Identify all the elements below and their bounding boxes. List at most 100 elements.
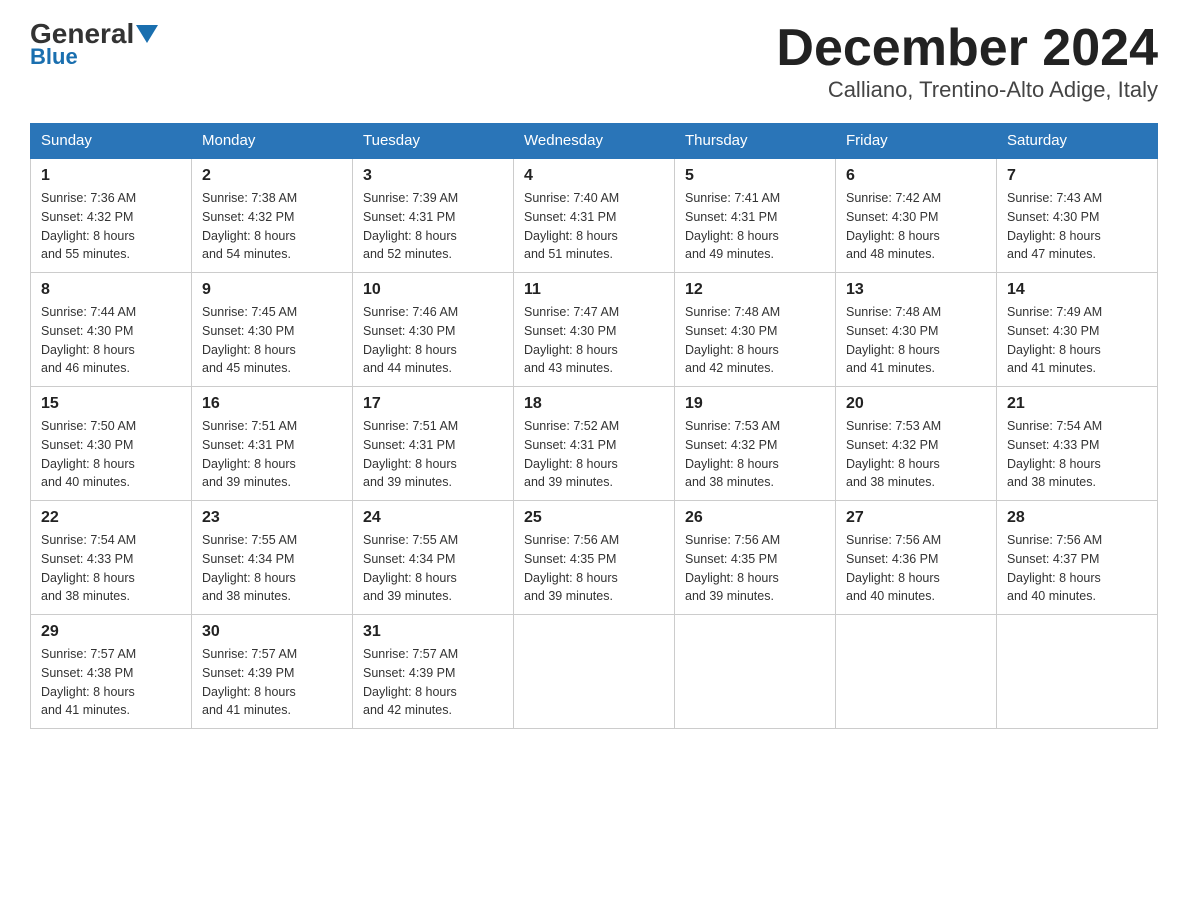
day-info: Sunrise: 7:57 AM Sunset: 4:39 PM Dayligh… <box>202 645 342 720</box>
calendar-week-3: 15 Sunrise: 7:50 AM Sunset: 4:30 PM Dayl… <box>31 387 1158 501</box>
calendar-cell: 31 Sunrise: 7:57 AM Sunset: 4:39 PM Dayl… <box>353 615 514 729</box>
day-number: 25 <box>524 509 664 527</box>
day-number: 24 <box>363 509 503 527</box>
day-info: Sunrise: 7:57 AM Sunset: 4:39 PM Dayligh… <box>363 645 503 720</box>
day-info: Sunrise: 7:54 AM Sunset: 4:33 PM Dayligh… <box>1007 417 1147 492</box>
calendar-cell <box>836 615 997 729</box>
day-number: 27 <box>846 509 986 527</box>
day-number: 11 <box>524 281 664 299</box>
calendar-cell: 10 Sunrise: 7:46 AM Sunset: 4:30 PM Dayl… <box>353 273 514 387</box>
calendar-cell: 17 Sunrise: 7:51 AM Sunset: 4:31 PM Dayl… <box>353 387 514 501</box>
day-number: 12 <box>685 281 825 299</box>
calendar-cell: 23 Sunrise: 7:55 AM Sunset: 4:34 PM Dayl… <box>192 501 353 615</box>
day-info: Sunrise: 7:56 AM Sunset: 4:36 PM Dayligh… <box>846 531 986 606</box>
calendar-cell: 30 Sunrise: 7:57 AM Sunset: 4:39 PM Dayl… <box>192 615 353 729</box>
day-info: Sunrise: 7:48 AM Sunset: 4:30 PM Dayligh… <box>685 303 825 378</box>
calendar-cell: 19 Sunrise: 7:53 AM Sunset: 4:32 PM Dayl… <box>675 387 836 501</box>
calendar-cell <box>997 615 1158 729</box>
day-info: Sunrise: 7:56 AM Sunset: 4:37 PM Dayligh… <box>1007 531 1147 606</box>
day-number: 19 <box>685 395 825 413</box>
day-info: Sunrise: 7:40 AM Sunset: 4:31 PM Dayligh… <box>524 189 664 264</box>
logo-arrow-icon <box>136 25 158 45</box>
calendar-cell: 21 Sunrise: 7:54 AM Sunset: 4:33 PM Dayl… <box>997 387 1158 501</box>
calendar-title: December 2024 <box>776 20 1158 77</box>
day-info: Sunrise: 7:52 AM Sunset: 4:31 PM Dayligh… <box>524 417 664 492</box>
logo: General Blue <box>30 20 158 70</box>
calendar-cell: 7 Sunrise: 7:43 AM Sunset: 4:30 PM Dayli… <box>997 158 1158 273</box>
calendar-cell: 8 Sunrise: 7:44 AM Sunset: 4:30 PM Dayli… <box>31 273 192 387</box>
day-number: 23 <box>202 509 342 527</box>
calendar-cell: 25 Sunrise: 7:56 AM Sunset: 4:35 PM Dayl… <box>514 501 675 615</box>
calendar-cell: 12 Sunrise: 7:48 AM Sunset: 4:30 PM Dayl… <box>675 273 836 387</box>
calendar-cell: 27 Sunrise: 7:56 AM Sunset: 4:36 PM Dayl… <box>836 501 997 615</box>
day-info: Sunrise: 7:47 AM Sunset: 4:30 PM Dayligh… <box>524 303 664 378</box>
day-number: 20 <box>846 395 986 413</box>
day-info: Sunrise: 7:54 AM Sunset: 4:33 PM Dayligh… <box>41 531 181 606</box>
day-number: 10 <box>363 281 503 299</box>
day-number: 29 <box>41 623 181 641</box>
day-info: Sunrise: 7:53 AM Sunset: 4:32 PM Dayligh… <box>685 417 825 492</box>
calendar-week-4: 22 Sunrise: 7:54 AM Sunset: 4:33 PM Dayl… <box>31 501 1158 615</box>
day-info: Sunrise: 7:50 AM Sunset: 4:30 PM Dayligh… <box>41 417 181 492</box>
title-block: December 2024 Calliano, Trentino-Alto Ad… <box>776 20 1158 103</box>
calendar-cell: 4 Sunrise: 7:40 AM Sunset: 4:31 PM Dayli… <box>514 158 675 273</box>
day-info: Sunrise: 7:56 AM Sunset: 4:35 PM Dayligh… <box>685 531 825 606</box>
day-info: Sunrise: 7:44 AM Sunset: 4:30 PM Dayligh… <box>41 303 181 378</box>
day-info: Sunrise: 7:48 AM Sunset: 4:30 PM Dayligh… <box>846 303 986 378</box>
calendar-cell: 26 Sunrise: 7:56 AM Sunset: 4:35 PM Dayl… <box>675 501 836 615</box>
day-info: Sunrise: 7:43 AM Sunset: 4:30 PM Dayligh… <box>1007 189 1147 264</box>
day-info: Sunrise: 7:36 AM Sunset: 4:32 PM Dayligh… <box>41 189 181 264</box>
day-info: Sunrise: 7:42 AM Sunset: 4:30 PM Dayligh… <box>846 189 986 264</box>
col-sunday: Sunday <box>31 124 192 159</box>
day-info: Sunrise: 7:45 AM Sunset: 4:30 PM Dayligh… <box>202 303 342 378</box>
day-info: Sunrise: 7:55 AM Sunset: 4:34 PM Dayligh… <box>363 531 503 606</box>
day-number: 8 <box>41 281 181 299</box>
calendar-week-1: 1 Sunrise: 7:36 AM Sunset: 4:32 PM Dayli… <box>31 158 1158 273</box>
calendar-subtitle: Calliano, Trentino-Alto Adige, Italy <box>776 77 1158 103</box>
day-number: 16 <box>202 395 342 413</box>
day-number: 4 <box>524 167 664 185</box>
day-info: Sunrise: 7:53 AM Sunset: 4:32 PM Dayligh… <box>846 417 986 492</box>
calendar-cell: 22 Sunrise: 7:54 AM Sunset: 4:33 PM Dayl… <box>31 501 192 615</box>
day-number: 9 <box>202 281 342 299</box>
calendar-cell: 1 Sunrise: 7:36 AM Sunset: 4:32 PM Dayli… <box>31 158 192 273</box>
day-info: Sunrise: 7:51 AM Sunset: 4:31 PM Dayligh… <box>202 417 342 492</box>
day-number: 5 <box>685 167 825 185</box>
day-info: Sunrise: 7:46 AM Sunset: 4:30 PM Dayligh… <box>363 303 503 378</box>
calendar-cell: 29 Sunrise: 7:57 AM Sunset: 4:38 PM Dayl… <box>31 615 192 729</box>
calendar-cell: 20 Sunrise: 7:53 AM Sunset: 4:32 PM Dayl… <box>836 387 997 501</box>
day-info: Sunrise: 7:39 AM Sunset: 4:31 PM Dayligh… <box>363 189 503 264</box>
col-friday: Friday <box>836 124 997 159</box>
calendar-cell: 3 Sunrise: 7:39 AM Sunset: 4:31 PM Dayli… <box>353 158 514 273</box>
day-number: 30 <box>202 623 342 641</box>
day-number: 13 <box>846 281 986 299</box>
calendar-cell <box>675 615 836 729</box>
logo-blue-text: Blue <box>30 44 78 70</box>
calendar-week-5: 29 Sunrise: 7:57 AM Sunset: 4:38 PM Dayl… <box>31 615 1158 729</box>
calendar-cell: 14 Sunrise: 7:49 AM Sunset: 4:30 PM Dayl… <box>997 273 1158 387</box>
day-info: Sunrise: 7:55 AM Sunset: 4:34 PM Dayligh… <box>202 531 342 606</box>
header-row: Sunday Monday Tuesday Wednesday Thursday… <box>31 124 1158 159</box>
day-number: 7 <box>1007 167 1147 185</box>
col-saturday: Saturday <box>997 124 1158 159</box>
calendar-cell: 9 Sunrise: 7:45 AM Sunset: 4:30 PM Dayli… <box>192 273 353 387</box>
calendar-cell: 11 Sunrise: 7:47 AM Sunset: 4:30 PM Dayl… <box>514 273 675 387</box>
calendar-cell: 28 Sunrise: 7:56 AM Sunset: 4:37 PM Dayl… <box>997 501 1158 615</box>
calendar-cell: 13 Sunrise: 7:48 AM Sunset: 4:30 PM Dayl… <box>836 273 997 387</box>
col-wednesday: Wednesday <box>514 124 675 159</box>
calendar-cell: 18 Sunrise: 7:52 AM Sunset: 4:31 PM Dayl… <box>514 387 675 501</box>
col-thursday: Thursday <box>675 124 836 159</box>
day-info: Sunrise: 7:38 AM Sunset: 4:32 PM Dayligh… <box>202 189 342 264</box>
day-info: Sunrise: 7:49 AM Sunset: 4:30 PM Dayligh… <box>1007 303 1147 378</box>
day-info: Sunrise: 7:41 AM Sunset: 4:31 PM Dayligh… <box>685 189 825 264</box>
calendar-table: Sunday Monday Tuesday Wednesday Thursday… <box>30 123 1158 729</box>
day-info: Sunrise: 7:57 AM Sunset: 4:38 PM Dayligh… <box>41 645 181 720</box>
day-info: Sunrise: 7:51 AM Sunset: 4:31 PM Dayligh… <box>363 417 503 492</box>
day-number: 14 <box>1007 281 1147 299</box>
day-number: 3 <box>363 167 503 185</box>
col-tuesday: Tuesday <box>353 124 514 159</box>
calendar-cell: 2 Sunrise: 7:38 AM Sunset: 4:32 PM Dayli… <box>192 158 353 273</box>
col-monday: Monday <box>192 124 353 159</box>
page-header: General Blue December 2024 Calliano, Tre… <box>30 20 1158 103</box>
day-number: 15 <box>41 395 181 413</box>
